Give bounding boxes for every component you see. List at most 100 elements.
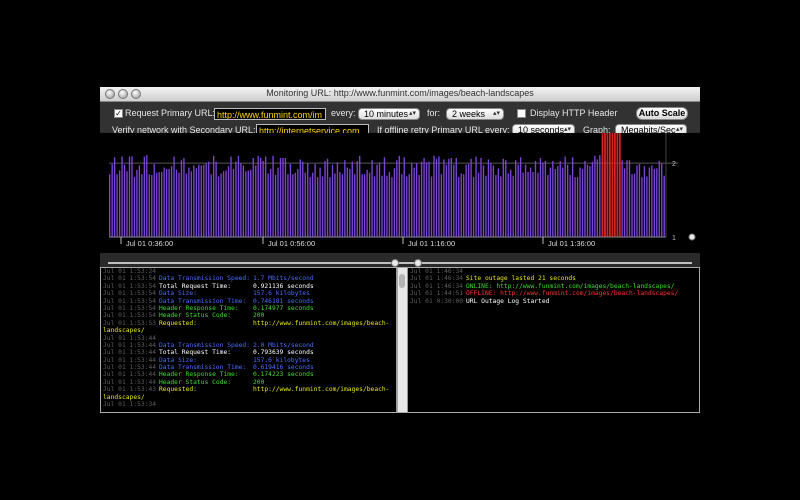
log-timestamp: Jul 01 1:46:34 [410,268,464,275]
duration-select[interactable]: 2 weeks ▴▾ [446,108,504,120]
chart-bar [633,173,636,237]
chart-bar [282,157,284,237]
y-scale-handle[interactable] [688,233,696,241]
outage-log-scroll-thumb[interactable] [399,274,405,288]
outage-bar [604,133,606,237]
request-log-panel[interactable]: Jul 01 1:53:24 Jul 01 1:53:54 Data Transmi… [100,267,407,413]
chart-bar [569,174,571,237]
chart-bar [661,163,663,237]
chart-bar [334,173,336,237]
chart-bar [346,167,349,237]
chart-bar [250,169,252,237]
chart-bar [183,157,185,237]
chart-bar [591,161,594,237]
chart-bar [242,165,245,237]
chart-bar [532,172,534,237]
log-value: 200 [253,378,265,386]
chart-bar [131,156,133,237]
x-tick-label: Jul 01 1:16:00 [408,239,455,248]
timeline-slider[interactable] [100,255,700,267]
chart-bar [463,174,465,237]
log-key: Header Response Time: [159,304,239,312]
chart-bar [341,174,344,237]
slider-end-handle[interactable] [414,259,422,267]
y-tick-label: 2 [672,161,676,168]
chart-bar [413,167,415,237]
log-value: 1.7 Mbits/second [253,275,314,283]
chart-bar [232,169,235,237]
chart-bar [339,172,341,237]
outage-log-scrollbar[interactable] [398,268,408,412]
chart-bar [396,160,398,237]
log-timestamp: Jul 01 1:46:34 [410,282,464,290]
display-http-header-checkbox[interactable] [517,109,526,118]
chart-bar [170,166,173,237]
chart-bar [415,163,418,237]
outage-log-panel[interactable]: Jul 01 1:46:34 Jul 01 1:46:34 Site outage … [397,267,700,413]
log-message: URL Outage Log Started [466,297,550,305]
log-timestamp: Jul 01 1:53:54 [103,275,157,283]
log-message: ONLINE: http://www.funmint.com/images/be… [466,282,675,290]
chart-bar [222,171,225,237]
log-timestamp: Jul 01 1:53:34 [103,401,157,409]
primary-url-field[interactable]: http://www.funmint.com/im [214,108,326,120]
interval-select[interactable]: 10 minutes ▴▾ [358,108,420,120]
chart-bar [460,173,462,237]
chart-bar [574,177,576,237]
chart-bar [423,157,425,237]
chart-bar [173,156,175,237]
auto-scale-button[interactable]: Auto Scale [636,107,688,120]
x-tick-label: Jul 01 0:36:00 [126,239,173,248]
outage-bar [601,133,604,237]
request-primary-checkbox[interactable]: ✓ [114,109,123,118]
chart-bar [351,161,353,237]
outage-bar [611,133,614,237]
log-value: 200 [253,312,265,320]
chart-bar [354,174,356,237]
log-value: 157.6 kilobytes [253,290,310,298]
log-key: Header Response Time: [159,371,239,379]
log-key: Data Transmission Time: [159,364,247,372]
log-key: Header Status Code: [159,312,232,320]
log-value: 0.174977 seconds [253,304,314,312]
log-line: Jul 01 1:53:54 Total Request Time: 0.92113… [101,283,406,290]
chart-bar [267,173,269,237]
log-line: Jul 01 1:53:53 Requested: http://www.funmi… [101,320,406,327]
chart-bar [160,172,163,237]
chart-bar [138,165,141,237]
chart-bar [564,156,566,237]
chart-bar [307,163,309,237]
log-line: Jul 01 1:53:44 [101,335,406,342]
log-timestamp: Jul 01 1:53:44 [103,341,157,349]
chart-bar [260,157,262,237]
log-timestamp: Jul 01 1:53:44 [103,334,157,342]
chart-bar [505,160,507,237]
chart-bar [401,174,403,237]
log-timestamp: Jul 01 1:53:54 [103,282,157,290]
outage-bar [609,133,611,237]
chart-bar [450,157,452,237]
select-arrows-icon: ▴▾ [492,110,500,117]
chart-bar [641,177,643,237]
chart-bar [557,166,559,237]
outage-log-line: Jul 01 1:46:34 ONLINE: http://www.funmint… [408,283,699,290]
chart-bar [208,161,210,237]
chart-bar [220,173,222,237]
chart-bar [294,172,297,237]
chart-bar [344,160,346,237]
log-timestamp: Jul 01 1:53:24 [103,268,157,275]
chart-bar [594,155,596,237]
chart-bar [529,167,532,237]
request-log-lines: Jul 01 1:53:24 Jul 01 1:53:54 Data Transmi… [101,268,406,408]
slider-start-handle[interactable] [391,259,399,267]
chart-bar [579,167,581,237]
chart-bar [371,160,373,237]
chart-bar [512,175,514,237]
chart-bar [175,169,178,237]
log-timestamp: Jul 01 1:53:44 [103,378,157,386]
chart-bar [195,168,197,237]
log-timestamp: Jul 01 1:53:44 [103,356,157,364]
chart-bar [257,155,259,237]
chart-bar [623,168,626,237]
chart-bar [438,156,440,237]
